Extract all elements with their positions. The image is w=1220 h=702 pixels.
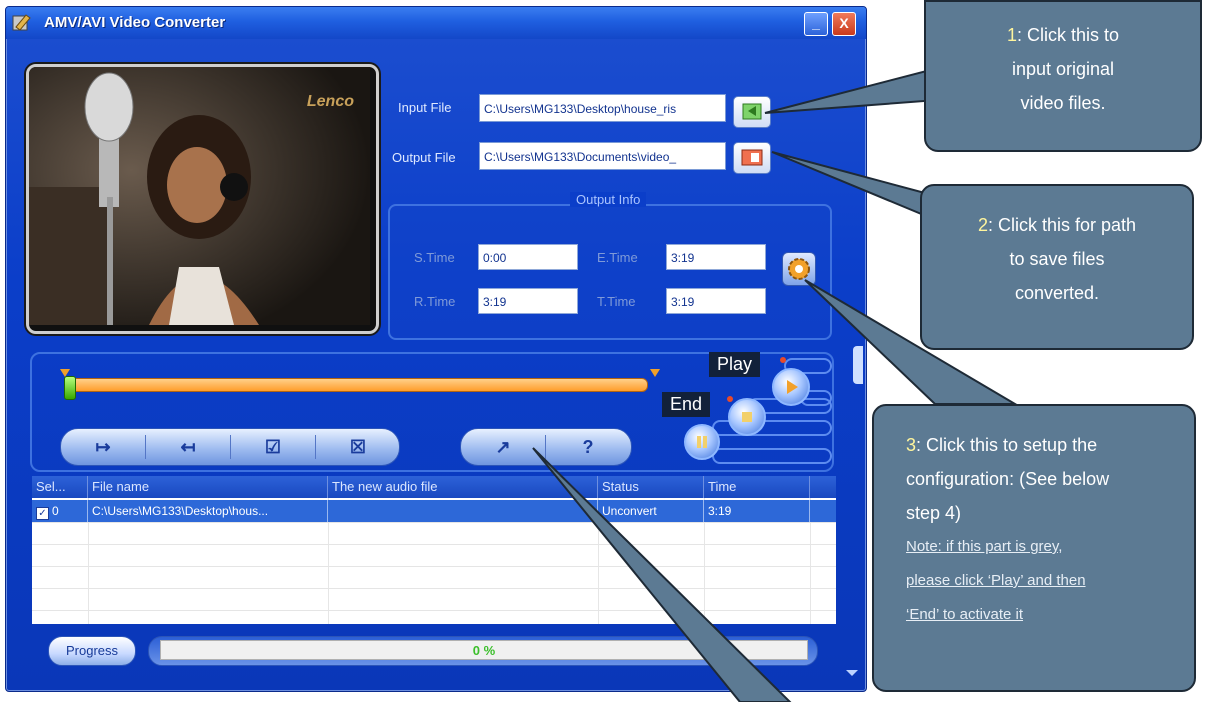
set-start-button[interactable]: ↦ [61,429,145,465]
close-icon: X [839,15,849,31]
callout-3-note-1: Note: if this part is grey, [906,538,1063,555]
progress-button[interactable]: Progress [48,636,136,666]
e-time-label: E.Time [597,250,638,265]
output-info-title: Output Info [570,192,647,207]
column-header-file-name[interactable]: File name [88,476,328,498]
table-row [32,522,836,545]
pause-icon [697,436,707,448]
progress-bar: 0 % [160,640,808,660]
table-header: Sel... File name The new audio file Stat… [32,476,836,498]
callout-2-text-1: : Click this for path [987,215,1137,235]
callout-1: 1: Click this to input original video fi… [924,0,1202,152]
t-time-field[interactable]: 3:19 [666,288,766,314]
convert-button-group: ↗ ? [460,428,632,466]
row-index: 0 [52,504,59,518]
s-time-field[interactable]: 0:00 [478,244,578,270]
column-header-time[interactable]: Time [704,476,810,498]
table-row [32,588,836,611]
column-header-new-audio-file[interactable]: The new audio file [328,476,598,498]
r-time-field[interactable]: 3:19 [478,288,578,314]
callout-3-note-3: ‘End’ to activate it [906,606,1024,623]
output-file-label: Output File [392,150,456,165]
timeline-track[interactable] [68,378,648,392]
callout-3-line-1: 3: Click this to setup the [906,428,1194,462]
pause-button[interactable] [684,424,720,460]
play-button[interactable] [772,368,810,406]
output-file-field[interactable]: C:\Users\MG133\Documents\video_ [479,142,726,170]
minimize-button[interactable]: _ [804,12,828,36]
stop-icon [742,412,752,422]
callout-3-number: 3 [906,435,917,455]
callout-3-line-2: configuration: (See below [906,469,1110,489]
output-path-button[interactable] [733,142,771,174]
app-icon [12,14,31,31]
video-preview: Lenco [26,64,379,334]
callout-2-line-1: 2: Click this for path [932,208,1182,242]
input-file-label: Input File [398,100,452,115]
set-end-button[interactable]: ↤ [146,429,230,465]
end-marker-icon [650,369,660,377]
callout-3-text-1: : Click this to setup the [916,435,1098,455]
resize-arrow-icon [846,670,858,676]
row-select-cell[interactable]: ✓ 0 [32,500,88,522]
column-header-status[interactable]: Status [598,476,704,498]
row-time: 3:19 [704,500,810,522]
callout-1-line-2: input original [1011,59,1115,79]
callout-2-line-2: to save files [1009,249,1105,269]
save-folder-icon [741,149,763,166]
select-all-button[interactable]: ☑ [231,429,315,465]
timeline-slider-handle[interactable] [64,376,76,400]
folder-open-icon [742,103,762,120]
end-button[interactable] [728,398,766,436]
callout-1-text-1: : Click this to [1016,25,1120,45]
callout-2-number: 2 [977,215,988,235]
side-collapse-tab[interactable] [853,346,863,384]
play-indicator-dot [780,357,786,363]
callout-1-line-3: video files. [1020,93,1106,113]
help-button[interactable]: ? [546,429,630,465]
callout-1-number: 1 [1006,25,1017,45]
input-file-button[interactable] [733,96,771,128]
output-info-panel [388,204,832,340]
table-row [32,566,836,589]
t-time-label: T.Time [597,294,636,309]
edit-button-group: ↦ ↤ ☑ ☒ [60,428,400,466]
play-tooltip: Play [709,352,761,377]
end-indicator-dot [727,396,733,402]
callout-3-line-3: step 4) [906,503,962,523]
file-list-table: Sel... File name The new audio file Stat… [32,476,836,624]
callout-3: 3: Click this to setup the configuration… [872,404,1196,692]
callout-3-note-2: please click ‘Play’ and then [906,572,1086,589]
table-row[interactable]: ✓ 0 C:\Users\MG133\Desktop\hous... Unconv… [32,500,836,523]
row-file-name: C:\Users\MG133\Desktop\hous... [88,500,328,522]
s-time-label: S.Time [414,250,455,265]
play-icon [787,380,798,394]
e-time-field[interactable]: 3:19 [666,244,766,270]
title-bar[interactable]: AMV/AVI Video Converter _ X [6,7,866,39]
row-checkbox[interactable]: ✓ [36,507,49,520]
close-button[interactable]: X [832,12,856,36]
window-title: AMV/AVI Video Converter [44,14,226,31]
minimize-icon: _ [812,15,820,31]
r-time-label: R.Time [414,294,456,309]
watermark-logo: Lenco [306,93,354,110]
end-tooltip: End [662,392,711,417]
callout-1-line-1: 1: Click this to [936,18,1190,52]
row-status: Unconvert [598,500,704,522]
convert-button[interactable]: ↗ [461,429,545,465]
row-new-audio-file [328,500,598,522]
pause-rail-lower [712,448,832,464]
settings-button[interactable] [782,252,816,286]
delete-button[interactable]: ☒ [316,429,400,465]
column-header-select[interactable]: Sel... [32,476,88,498]
callout-2: 2: Click this for path to save files con… [920,184,1194,350]
gear-icon [788,258,810,280]
table-row [32,544,836,567]
callout-2-line-3: converted. [1014,283,1100,303]
input-file-field[interactable]: C:\Users\MG133\Desktop\house_ris [479,94,726,122]
